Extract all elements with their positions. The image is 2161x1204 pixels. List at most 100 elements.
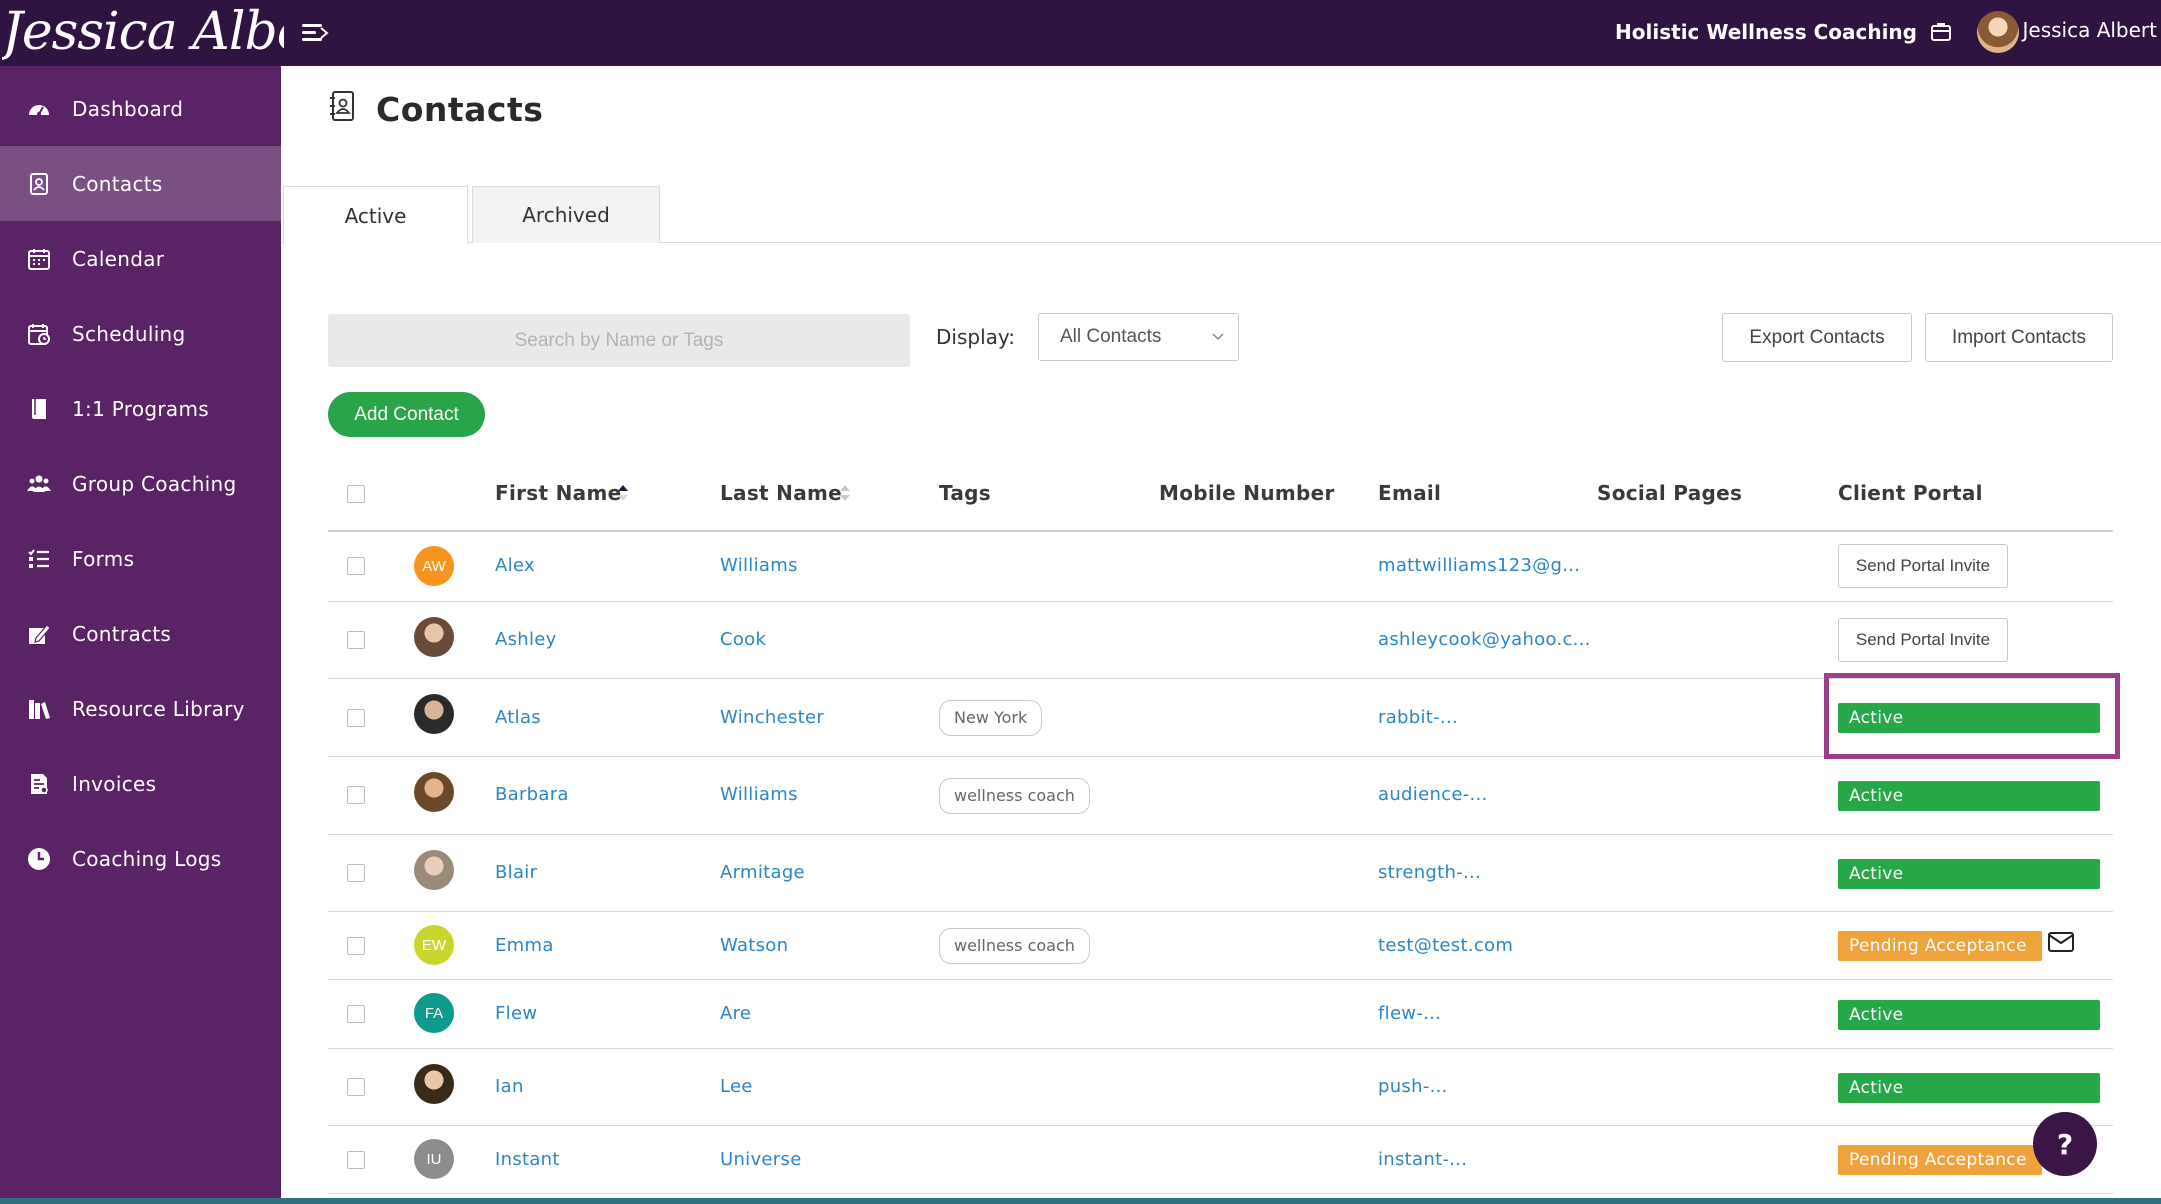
chevron-down-icon [1212, 333, 1224, 341]
sort-icon[interactable] [838, 482, 852, 504]
tab-archived[interactable]: Archived [472, 186, 660, 243]
row-checkbox[interactable] [347, 786, 365, 804]
email-link[interactable]: strength-... [1378, 862, 1481, 883]
send-portal-invite-button[interactable]: Send Portal Invite [1838, 618, 2008, 662]
display-select[interactable]: All Contacts [1038, 313, 1239, 361]
email-link[interactable]: instant-... [1378, 1149, 1467, 1170]
user-avatar[interactable] [1977, 11, 2019, 53]
first-name-link[interactable]: Instant [495, 1149, 560, 1170]
first-name-link[interactable]: Ian [495, 1076, 524, 1097]
row-checkbox[interactable] [347, 631, 365, 649]
column-last-name[interactable]: Last Name [720, 481, 842, 505]
email-link[interactable]: rabbit-... [1378, 707, 1458, 728]
row-checkbox[interactable] [347, 709, 365, 727]
scheduling-icon [28, 323, 50, 345]
sidebar-item-resource-library[interactable]: Resource Library [0, 671, 281, 746]
resend-mail-icon[interactable] [2048, 932, 2074, 952]
dashboard-icon [29, 104, 49, 116]
first-name-link[interactable]: Ashley [495, 629, 557, 650]
first-name-link[interactable]: Barbara [495, 784, 569, 805]
column-client-portal: Client Portal [1838, 481, 1983, 505]
last-name-link[interactable]: Williams [720, 555, 798, 576]
row-checkbox[interactable] [347, 557, 365, 575]
help-button[interactable]: ? [2033, 1112, 2097, 1176]
org-name[interactable]: Holistic Wellness Coaching [1615, 20, 1917, 44]
menu-toggle-icon[interactable] [302, 22, 329, 44]
import-contacts-button[interactable]: Import Contacts [1925, 313, 2113, 362]
email-link[interactable]: push-... [1378, 1076, 1448, 1097]
row-divider [328, 1125, 2113, 1126]
page-title: Contacts [376, 90, 544, 129]
portal-status-badge: Pending Acceptance [1838, 931, 2042, 961]
last-name-link[interactable]: Lee [720, 1076, 753, 1097]
last-name-link[interactable]: Cook [720, 629, 766, 650]
portal-status-badge: Active [1838, 859, 2100, 889]
sidebar-item-contracts[interactable]: Contracts [0, 596, 281, 671]
sidebar-item-label: Scheduling [72, 321, 186, 346]
last-name-link[interactable]: Watson [720, 935, 788, 956]
tag-chip[interactable]: wellness coach [939, 778, 1090, 814]
calendar-icon [28, 248, 50, 270]
sidebar-item-programs[interactable]: 1:1 Programs [0, 371, 281, 446]
sidebar-item-calendar[interactable]: Calendar [0, 221, 281, 296]
portal-status-badge: Active [1838, 1000, 2100, 1030]
row-divider [328, 601, 2113, 602]
first-name-link[interactable]: Atlas [495, 707, 541, 728]
last-name-link[interactable]: Universe [720, 1149, 802, 1170]
last-name-link[interactable]: Winchester [720, 707, 824, 728]
email-link[interactable]: test@test.com [1378, 935, 1513, 956]
column-social-pages: Social Pages [1597, 481, 1743, 505]
top-bar: Jessica Albert Holistic Wellness Coachin… [0, 0, 2161, 66]
last-name-link[interactable]: Williams [720, 784, 798, 805]
group-icon [27, 475, 51, 492]
sidebar-item-group-coaching[interactable]: Group Coaching [0, 446, 281, 521]
user-name[interactable]: Jessica Albert [2022, 18, 2157, 42]
sidebar-item-invoices[interactable]: Invoices [0, 746, 281, 821]
add-contact-button[interactable]: Add Contact [328, 392, 485, 437]
sidebar-item-coaching-logs[interactable]: Coaching Logs [0, 821, 281, 896]
first-name-link[interactable]: Alex [495, 555, 535, 576]
sort-asc-icon[interactable] [616, 482, 630, 504]
tag-chip[interactable]: wellness coach [939, 928, 1090, 964]
sidebar-item-label: Forms [72, 546, 135, 571]
first-name-link[interactable]: Emma [495, 935, 554, 956]
briefcase-icon[interactable] [1929, 20, 1953, 44]
email-link[interactable]: mattwilliams123@g... [1378, 555, 1580, 576]
first-name-link[interactable]: Blair [495, 862, 537, 883]
sidebar-item-label: Group Coaching [72, 471, 237, 496]
tag-chip[interactable]: New York [939, 700, 1043, 736]
avatar: IU [414, 1139, 454, 1179]
portal-status-badge: Pending Acceptance [1838, 1145, 2042, 1175]
brand-logo[interactable]: Jessica Albert [2, 0, 284, 66]
sidebar-item-contacts[interactable]: Contacts [0, 146, 281, 221]
search-input[interactable] [328, 314, 910, 367]
send-portal-invite-button[interactable]: Send Portal Invite [1838, 544, 2008, 588]
row-divider [328, 678, 2113, 679]
sidebar-item-dashboard[interactable]: Dashboard [0, 71, 281, 146]
email-link[interactable]: audience-... [1378, 784, 1488, 805]
avatar [414, 1064, 454, 1104]
column-first-name[interactable]: First Name [495, 481, 621, 505]
export-contacts-button[interactable]: Export Contacts [1722, 313, 1912, 362]
last-name-link[interactable]: Armitage [720, 862, 805, 883]
row-checkbox[interactable] [347, 1078, 365, 1096]
email-link[interactable]: ashleycook@yahoo.c... [1378, 629, 1591, 650]
row-checkbox[interactable] [347, 864, 365, 882]
row-checkbox[interactable] [347, 937, 365, 955]
avatar: EW [414, 925, 454, 965]
row-checkbox[interactable] [347, 1005, 365, 1023]
sidebar-item-label: Contacts [72, 171, 163, 196]
row-divider [328, 1193, 2113, 1194]
first-name-link[interactable]: Flew [495, 1003, 537, 1024]
tab-active[interactable]: Active [283, 186, 468, 244]
display-select-value: All Contacts [1060, 326, 1162, 347]
select-all-checkbox[interactable] [347, 485, 365, 503]
row-checkbox[interactable] [347, 1151, 365, 1169]
sidebar-item-forms[interactable]: Forms [0, 521, 281, 596]
sidebar-item-scheduling[interactable]: Scheduling [0, 296, 281, 371]
last-name-link[interactable]: Are [720, 1003, 751, 1024]
sidebar-item-label: Coaching Logs [72, 846, 222, 871]
library-icon [29, 699, 50, 719]
book-icon [32, 398, 46, 419]
email-link[interactable]: flew-... [1378, 1003, 1441, 1024]
